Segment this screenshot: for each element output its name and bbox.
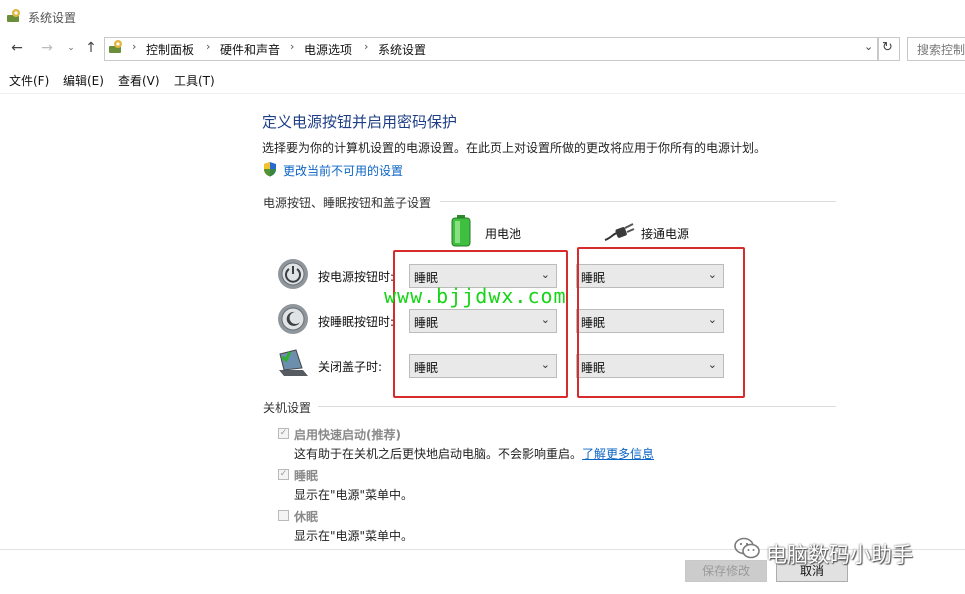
battery-column-header: 用电池 (485, 227, 522, 241)
page-title: 定义电源按钮并启用密码保护 (262, 113, 458, 131)
menu-divider (0, 93, 965, 94)
breadcrumb-separator-icon: › (132, 40, 137, 53)
menu-tools[interactable]: 工具(T) (174, 72, 215, 89)
power-plug-icon (604, 223, 635, 241)
breadcrumb-control-panel[interactable]: 控制面板 (146, 41, 194, 58)
menu-edit[interactable]: 编辑(E) (63, 72, 104, 89)
plugged-highlight-box (577, 247, 745, 398)
sleep-button-label: 按睡眠按钮时: (318, 315, 395, 329)
sleep-button-icon (278, 304, 308, 334)
breadcrumb-system-settings[interactable]: 系统设置 (378, 41, 426, 58)
watermark-text: www.bjjdwx.com (384, 284, 567, 308)
recent-dropdown-icon[interactable]: ⌄ (62, 43, 80, 53)
refresh-icon: ↻ (882, 40, 893, 55)
breadcrumb-separator-icon: › (206, 40, 211, 53)
laptop-lid-icon (279, 349, 308, 376)
menu-view[interactable]: 查看(V) (118, 72, 160, 89)
control-panel-icon (7, 9, 20, 22)
hibernate-option-title: 休眠 (294, 510, 319, 524)
save-changes-button[interactable]: 保存修改 (685, 560, 767, 582)
hibernate-checkbox[interactable] (278, 510, 289, 521)
power-button-label: 按电源按钮时: (318, 270, 395, 284)
breadcrumb-power-options[interactable]: 电源选项 (304, 41, 352, 58)
page-description: 选择要为你的计算机设置的电源设置。在此页上对设置所做的更改将应用于你所有的电源计… (262, 141, 767, 155)
menu-file[interactable]: 文件(F) (9, 72, 49, 89)
uac-shield-icon (264, 162, 276, 177)
plugged-column-header: 接通电源 (641, 227, 690, 241)
fast-startup-desc: 这有助于在关机之后更快地启动电脑。不会影响重启。了解更多信息 (294, 447, 655, 461)
section-divider (318, 406, 836, 407)
up-arrow-icon[interactable]: ↑ (82, 40, 100, 56)
sleep-checkbox[interactable]: ✓ (278, 469, 289, 480)
back-arrow-icon[interactable]: ← (8, 40, 26, 56)
lid-close-label: 关闭盖子时: (318, 360, 383, 374)
battery-icon (451, 215, 471, 247)
change-unavailable-settings-link[interactable]: 更改当前不可用的设置 (283, 162, 403, 179)
section-divider (440, 201, 836, 202)
learn-more-link[interactable]: 了解更多信息 (582, 447, 654, 461)
shutdown-section-title: 关机设置 (263, 401, 312, 415)
window-title: 系统设置 (28, 11, 77, 25)
sleep-option-desc: 显示在"电源"菜单中。 (294, 488, 414, 502)
fast-startup-title: 启用快速启动(推荐) (294, 428, 401, 442)
power-section-title: 电源按钮、睡眠按钮和盖子设置 (263, 196, 432, 210)
title-bar (0, 0, 965, 32)
address-dropdown-icon[interactable]: ⌄ (864, 40, 873, 53)
control-panel-icon (109, 40, 122, 53)
breadcrumb-separator-icon: › (364, 40, 369, 53)
brand-overlay-text: 电脑数码小助手 (766, 543, 913, 567)
sleep-option-title: 睡眠 (294, 469, 319, 483)
fast-startup-checkbox[interactable]: ✓ (278, 428, 289, 439)
hibernate-option-desc: 显示在"电源"菜单中。 (294, 529, 414, 543)
forward-arrow-icon[interactable]: → (38, 40, 56, 56)
breadcrumb-separator-icon: › (290, 40, 295, 53)
power-button-icon (278, 259, 308, 289)
battery-highlight-box (393, 250, 568, 398)
search-placeholder: 搜索控制 (917, 43, 965, 57)
breadcrumb-hardware-sound[interactable]: 硬件和声音 (220, 41, 280, 58)
wechat-icon (734, 537, 760, 559)
